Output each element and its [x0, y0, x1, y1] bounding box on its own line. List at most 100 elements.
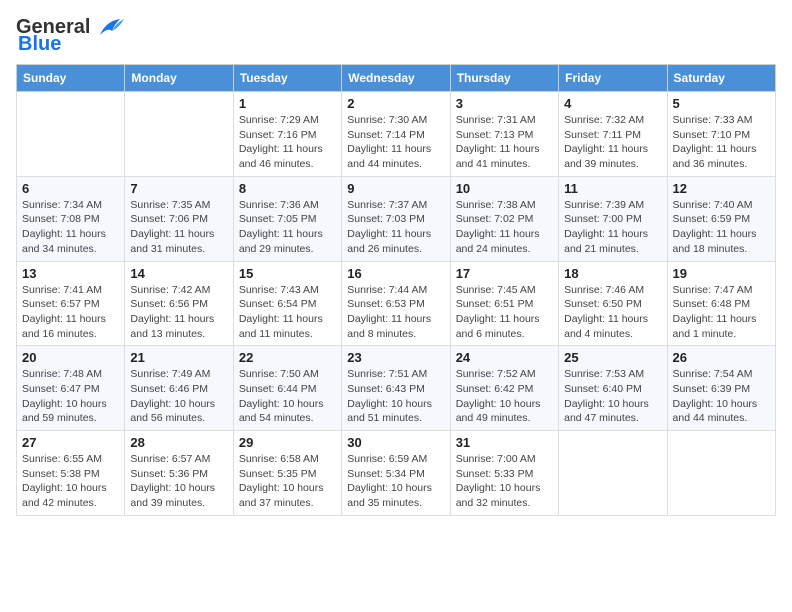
day-info: Sunrise: 7:00 AM Sunset: 5:33 PM Dayligh…	[456, 452, 553, 511]
calendar-cell: 30 Sunrise: 6:59 AM Sunset: 5:34 PM Dayli…	[342, 431, 450, 516]
day-number: 30	[347, 435, 444, 450]
calendar-cell: 31 Sunrise: 7:00 AM Sunset: 5:33 PM Dayli…	[450, 431, 558, 516]
day-number: 3	[456, 96, 553, 111]
day-number: 26	[673, 350, 770, 365]
calendar-cell: 5 Sunrise: 7:33 AM Sunset: 7:10 PM Daylig…	[667, 92, 775, 177]
calendar-week-row: 6 Sunrise: 7:34 AM Sunset: 7:08 PM Daylig…	[17, 176, 776, 261]
calendar-week-row: 13 Sunrise: 7:41 AM Sunset: 6:57 PM Dayli…	[17, 261, 776, 346]
calendar-cell: 9 Sunrise: 7:37 AM Sunset: 7:03 PM Daylig…	[342, 176, 450, 261]
calendar-week-row: 27Sunrise: 6:55 AM Sunset: 5:38 PM Dayli…	[17, 431, 776, 516]
day-number: 17	[456, 266, 553, 281]
weekday-header-saturday: Saturday	[667, 65, 775, 92]
calendar-cell: 19 Sunrise: 7:47 AM Sunset: 6:48 PM Dayli…	[667, 261, 775, 346]
day-info: Sunrise: 7:45 AM Sunset: 6:51 PM Dayligh…	[456, 283, 553, 342]
day-number: 13	[22, 266, 119, 281]
calendar-cell: 3 Sunrise: 7:31 AM Sunset: 7:13 PM Daylig…	[450, 92, 558, 177]
day-number: 16	[347, 266, 444, 281]
day-number: 8	[239, 181, 336, 196]
calendar-header-row: SundayMondayTuesdayWednesdayThursdayFrid…	[17, 65, 776, 92]
calendar-cell	[125, 92, 233, 177]
day-info: Sunrise: 7:34 AM Sunset: 7:08 PM Dayligh…	[22, 198, 119, 257]
logo-bird-icon	[92, 17, 124, 39]
day-info: Sunrise: 7:33 AM Sunset: 7:10 PM Dayligh…	[673, 113, 770, 172]
calendar-cell: 24 Sunrise: 7:52 AM Sunset: 6:42 PM Dayli…	[450, 346, 558, 431]
day-number: 9	[347, 181, 444, 196]
day-info: Sunrise: 7:44 AM Sunset: 6:53 PM Dayligh…	[347, 283, 444, 342]
calendar-cell: 2 Sunrise: 7:30 AM Sunset: 7:14 PM Daylig…	[342, 92, 450, 177]
day-info: Sunrise: 6:57 AM Sunset: 5:36 PM Dayligh…	[130, 452, 227, 511]
day-number: 22	[239, 350, 336, 365]
day-number: 24	[456, 350, 553, 365]
calendar-cell: 8Sunrise: 7:36 AM Sunset: 7:05 PM Daylig…	[233, 176, 341, 261]
calendar-cell: 16 Sunrise: 7:44 AM Sunset: 6:53 PM Dayli…	[342, 261, 450, 346]
day-number: 2	[347, 96, 444, 111]
day-number: 31	[456, 435, 553, 450]
calendar-cell: 6 Sunrise: 7:34 AM Sunset: 7:08 PM Daylig…	[17, 176, 125, 261]
day-info: Sunrise: 7:40 AM Sunset: 6:59 PM Dayligh…	[673, 198, 770, 257]
calendar-cell: 20 Sunrise: 7:48 AM Sunset: 6:47 PM Dayli…	[17, 346, 125, 431]
day-number: 23	[347, 350, 444, 365]
calendar-cell	[559, 431, 667, 516]
day-number: 15	[239, 266, 336, 281]
day-info: Sunrise: 7:49 AM Sunset: 6:46 PM Dayligh…	[130, 367, 227, 426]
calendar-cell: 10Sunrise: 7:38 AM Sunset: 7:02 PM Dayli…	[450, 176, 558, 261]
day-number: 28	[130, 435, 227, 450]
day-info: Sunrise: 7:47 AM Sunset: 6:48 PM Dayligh…	[673, 283, 770, 342]
day-number: 1	[239, 96, 336, 111]
calendar-cell: 21 Sunrise: 7:49 AM Sunset: 6:46 PM Dayli…	[125, 346, 233, 431]
day-info: Sunrise: 7:41 AM Sunset: 6:57 PM Dayligh…	[22, 283, 119, 342]
calendar-cell: 28 Sunrise: 6:57 AM Sunset: 5:36 PM Dayli…	[125, 431, 233, 516]
day-number: 27	[22, 435, 119, 450]
day-number: 12	[673, 181, 770, 196]
calendar-cell: 18Sunrise: 7:46 AM Sunset: 6:50 PM Dayli…	[559, 261, 667, 346]
day-number: 4	[564, 96, 661, 111]
day-info: Sunrise: 7:52 AM Sunset: 6:42 PM Dayligh…	[456, 367, 553, 426]
day-number: 21	[130, 350, 227, 365]
day-info: Sunrise: 7:35 AM Sunset: 7:06 PM Dayligh…	[130, 198, 227, 257]
day-number: 7	[130, 181, 227, 196]
day-info: Sunrise: 7:31 AM Sunset: 7:13 PM Dayligh…	[456, 113, 553, 172]
day-info: Sunrise: 7:30 AM Sunset: 7:14 PM Dayligh…	[347, 113, 444, 172]
day-number: 19	[673, 266, 770, 281]
calendar-cell: 13 Sunrise: 7:41 AM Sunset: 6:57 PM Dayli…	[17, 261, 125, 346]
day-number: 10	[456, 181, 553, 196]
day-number: 20	[22, 350, 119, 365]
day-info: Sunrise: 7:53 AM Sunset: 6:40 PM Dayligh…	[564, 367, 661, 426]
day-info: Sunrise: 7:48 AM Sunset: 6:47 PM Dayligh…	[22, 367, 119, 426]
day-info: Sunrise: 7:43 AM Sunset: 6:54 PM Dayligh…	[239, 283, 336, 342]
calendar-table: SundayMondayTuesdayWednesdayThursdayFrid…	[16, 64, 776, 516]
day-info: Sunrise: 7:51 AM Sunset: 6:43 PM Dayligh…	[347, 367, 444, 426]
calendar-cell: 23 Sunrise: 7:51 AM Sunset: 6:43 PM Dayli…	[342, 346, 450, 431]
weekday-header-sunday: Sunday	[17, 65, 125, 92]
day-number: 11	[564, 181, 661, 196]
day-info: Sunrise: 7:29 AM Sunset: 7:16 PM Dayligh…	[239, 113, 336, 172]
day-number: 18	[564, 266, 661, 281]
calendar-cell: 25 Sunrise: 7:53 AM Sunset: 6:40 PM Dayli…	[559, 346, 667, 431]
weekday-header-wednesday: Wednesday	[342, 65, 450, 92]
calendar-cell: 15 Sunrise: 7:43 AM Sunset: 6:54 PM Dayli…	[233, 261, 341, 346]
logo-blue: Blue	[18, 33, 61, 56]
day-number: 14	[130, 266, 227, 281]
calendar-cell: 1 Sunrise: 7:29 AM Sunset: 7:16 PM Daylig…	[233, 92, 341, 177]
calendar-cell	[17, 92, 125, 177]
day-number: 6	[22, 181, 119, 196]
day-number: 29	[239, 435, 336, 450]
calendar-cell: 26 Sunrise: 7:54 AM Sunset: 6:39 PM Dayli…	[667, 346, 775, 431]
calendar-week-row: 1 Sunrise: 7:29 AM Sunset: 7:16 PM Daylig…	[17, 92, 776, 177]
calendar-cell: 29Sunrise: 6:58 AM Sunset: 5:35 PM Dayli…	[233, 431, 341, 516]
weekday-header-friday: Friday	[559, 65, 667, 92]
calendar-cell: 27Sunrise: 6:55 AM Sunset: 5:38 PM Dayli…	[17, 431, 125, 516]
calendar-week-row: 20 Sunrise: 7:48 AM Sunset: 6:47 PM Dayli…	[17, 346, 776, 431]
day-info: Sunrise: 6:59 AM Sunset: 5:34 PM Dayligh…	[347, 452, 444, 511]
weekday-header-tuesday: Tuesday	[233, 65, 341, 92]
calendar-cell: 11Sunrise: 7:39 AM Sunset: 7:00 PM Dayli…	[559, 176, 667, 261]
day-info: Sunrise: 7:32 AM Sunset: 7:11 PM Dayligh…	[564, 113, 661, 172]
day-info: Sunrise: 7:54 AM Sunset: 6:39 PM Dayligh…	[673, 367, 770, 426]
day-number: 5	[673, 96, 770, 111]
day-info: Sunrise: 7:50 AM Sunset: 6:44 PM Dayligh…	[239, 367, 336, 426]
day-info: Sunrise: 7:37 AM Sunset: 7:03 PM Dayligh…	[347, 198, 444, 257]
calendar-cell: 14Sunrise: 7:42 AM Sunset: 6:56 PM Dayli…	[125, 261, 233, 346]
page-header: General Blue	[16, 16, 776, 56]
weekday-header-thursday: Thursday	[450, 65, 558, 92]
day-number: 25	[564, 350, 661, 365]
